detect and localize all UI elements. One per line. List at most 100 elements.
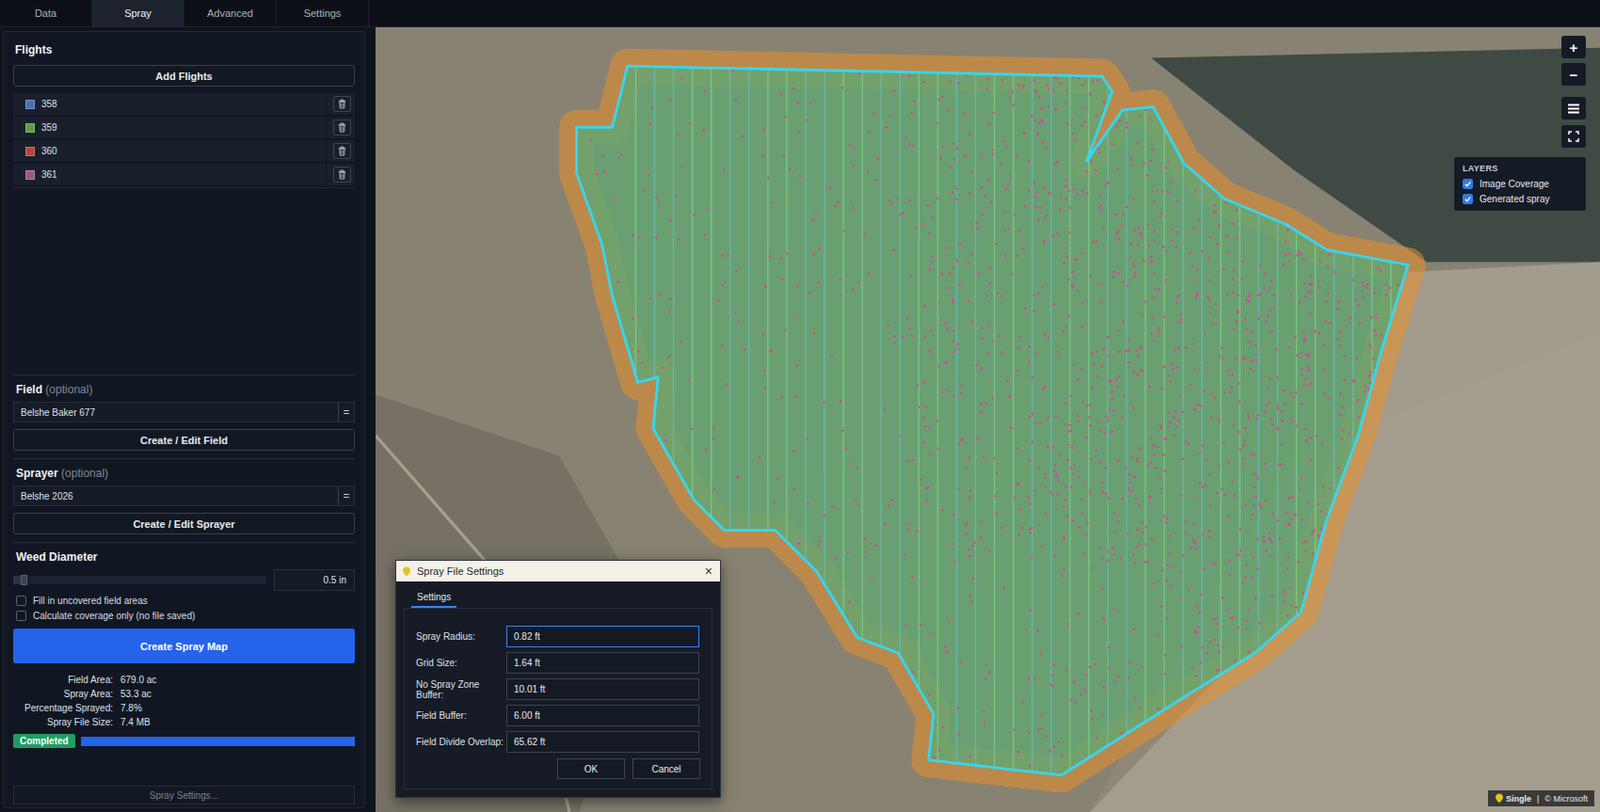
tab[interactable]: Data xyxy=(0,0,93,27)
field-input[interactable]: 0.82 ft xyxy=(506,625,700,648)
option-row[interactable]: Fill in uncovered field areas xyxy=(13,595,355,607)
map[interactable]: +−LAYERSImage CoverageGenerated spraySin… xyxy=(375,27,1600,812)
dialog-body: Settings Spray Radius: 0.82 ft Grid Size: 1.… xyxy=(396,581,720,798)
select-menu-button[interactable]: = xyxy=(337,402,354,422)
delete-flight-button[interactable] xyxy=(333,143,352,160)
button-label: Cancel xyxy=(651,764,681,775)
status-row: Completed xyxy=(13,734,355,749)
trash-icon xyxy=(337,98,347,110)
check-icon xyxy=(1463,179,1472,189)
fullscreen-button[interactable] xyxy=(1561,125,1586,148)
delete-flight-button[interactable] xyxy=(333,166,352,183)
slider-thumb[interactable] xyxy=(20,575,28,586)
flight-row[interactable]: 359 xyxy=(13,116,355,139)
checkbox[interactable] xyxy=(16,610,27,622)
field-input[interactable]: 10.01 ft xyxy=(506,678,700,701)
flight-row[interactable]: 360 xyxy=(13,140,355,162)
flight-row[interactable]: 358 xyxy=(13,93,355,115)
flight-name: 360 xyxy=(41,140,327,162)
zoom-out-button[interactable]: − xyxy=(1561,63,1586,86)
create-edit-field-button[interactable]: Create / Edit Field xyxy=(13,429,355,451)
pin-logo-icon xyxy=(1494,793,1504,804)
weed-diameter-section: Weed Diameter0.5 inFill in uncovered fie… xyxy=(13,542,355,749)
field-input[interactable]: 1.64 ft xyxy=(506,652,700,674)
layers-title: LAYERS xyxy=(1462,163,1579,174)
status-badge: Completed xyxy=(13,734,76,749)
trash-icon xyxy=(337,145,347,157)
form-row: Field Buffer:6.00 ft xyxy=(416,704,703,727)
delete-flight-button[interactable] xyxy=(333,96,352,112)
app-icon xyxy=(401,566,412,577)
progress-fill xyxy=(80,736,355,747)
cancel-button[interactable]: Cancel xyxy=(632,758,701,780)
button-label: Create Spray Map xyxy=(140,640,228,653)
separator: | xyxy=(1536,794,1539,804)
checkbox[interactable] xyxy=(1462,178,1473,190)
flight-color-swatch xyxy=(25,146,35,157)
zoom-in-button[interactable]: + xyxy=(1561,35,1586,59)
stats: Field Area:679.0 acSpray Area:53.3 acPer… xyxy=(13,674,355,728)
trash-icon xyxy=(337,122,347,133)
field-section: Field (optional) Belshe Baker 677= Create … xyxy=(13,374,355,451)
field-label: Spray Radius: xyxy=(416,631,507,642)
close-button[interactable]: × xyxy=(703,563,715,579)
tab[interactable]: Spray xyxy=(92,0,185,27)
layer-row[interactable]: Generated spray xyxy=(1462,193,1579,205)
stat-value: 679.0 ac xyxy=(120,674,355,686)
dialog-title: Spray File Settings xyxy=(416,565,698,577)
dialog-tab[interactable]: Settings xyxy=(411,589,457,608)
map-attribution: Single|© Microsoft xyxy=(1488,790,1595,807)
sprayer-section: Sprayer (optional) Belshe 2026= Create / E… xyxy=(13,458,355,535)
label-text: Field xyxy=(16,383,43,397)
layers-menu-button[interactable] xyxy=(1561,96,1586,120)
field-value: 65.62 ft xyxy=(513,736,545,748)
layer-row[interactable]: Image Coverage xyxy=(1462,178,1579,190)
field-value: 1.64 ft xyxy=(513,657,541,669)
weed-diameter-input[interactable]: 0.5 in xyxy=(273,569,355,592)
tab-label: Spray xyxy=(124,7,152,19)
tab[interactable]: Settings xyxy=(276,0,369,27)
tab-label: Advanced xyxy=(207,7,254,19)
flight-row[interactable]: 361 xyxy=(13,163,355,186)
create-spray-map-button[interactable]: Create Spray Map xyxy=(13,628,355,664)
form-row: Spray Radius: 0.82 ft xyxy=(416,625,703,648)
checkbox[interactable] xyxy=(1462,193,1473,205)
flights-title: Flights xyxy=(13,41,355,59)
create-edit-sprayer-button[interactable]: Create / Edit Sprayer xyxy=(13,512,355,535)
tab[interactable]: Advanced xyxy=(184,0,277,27)
ok-button[interactable]: OK xyxy=(557,758,625,780)
select-value: Belshe Baker 677 xyxy=(14,402,338,422)
checkbox[interactable] xyxy=(16,595,27,607)
flight-color-swatch xyxy=(25,123,35,133)
trash-icon xyxy=(337,169,347,180)
select-menu-button[interactable]: = xyxy=(337,486,354,506)
field-input[interactable]: 6.00 ft xyxy=(506,704,700,727)
field-input[interactable]: 65.62 ft xyxy=(506,731,700,753)
weed-diameter-row: 0.5 in xyxy=(13,569,355,592)
field-label: Grid Size: xyxy=(416,657,507,669)
option-label: Calculate coverage only (no file saved) xyxy=(32,610,195,622)
dialog-tabs: Settings xyxy=(403,589,713,608)
stat-value: 53.3 ac xyxy=(120,688,355,700)
field-select[interactable]: Belshe Baker 677= xyxy=(13,401,355,423)
label-text: Sprayer xyxy=(16,466,59,480)
spray-settings-button[interactable]: Spray Settings... xyxy=(13,785,355,805)
sprayer-select[interactable]: Belshe 2026= xyxy=(13,485,355,507)
flight-color-swatch xyxy=(25,170,35,180)
optional-hint: (optional) xyxy=(61,466,109,480)
field-value: 0.82 ft xyxy=(513,631,541,642)
layer-label: Generated spray xyxy=(1479,193,1551,205)
delete-flight-button[interactable] xyxy=(333,119,352,136)
check-icon xyxy=(1463,194,1472,204)
spacer xyxy=(13,188,355,375)
copyright: © Microsoft xyxy=(1544,794,1588,804)
weed-diameter-slider[interactable] xyxy=(13,576,267,585)
option-row[interactable]: Calculate coverage only (no file saved) xyxy=(13,610,355,622)
flight-name: 358 xyxy=(41,93,327,115)
settings-form: Spray Radius:0.82 ftGrid Size:1.64 ftNo … xyxy=(403,608,713,790)
button-label: Add Flights xyxy=(155,70,213,82)
sprayer-label: Sprayer (optional) xyxy=(13,466,355,480)
panel-box: Flights Add Flights 358359360361 Field (opt… xyxy=(2,31,366,809)
add-flights-button[interactable]: Add Flights xyxy=(13,64,355,87)
field-label: Field (optional) xyxy=(13,383,355,397)
